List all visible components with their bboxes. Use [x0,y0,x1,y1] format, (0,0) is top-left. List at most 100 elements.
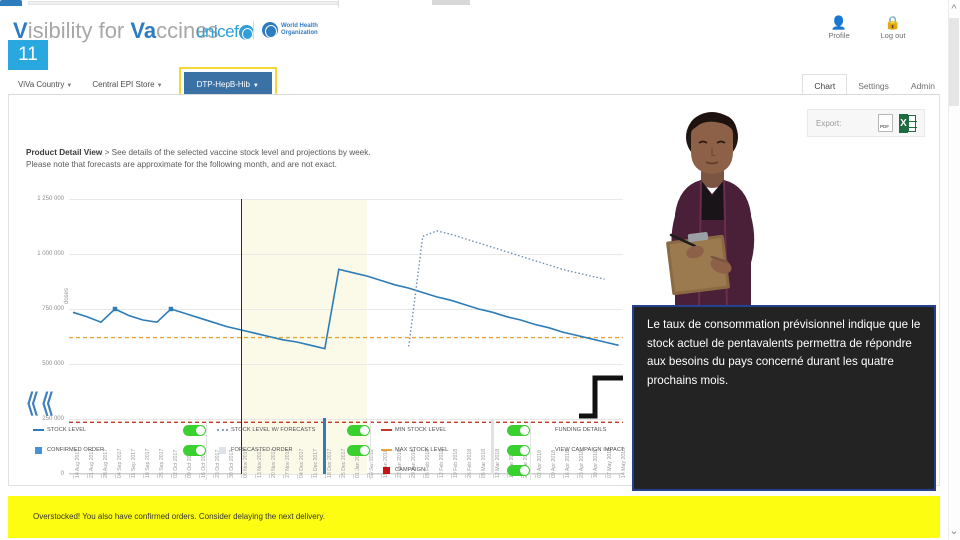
toggle-knob [196,445,205,455]
toggle-knob [520,425,529,435]
app-title-v2: Va [130,18,157,43]
profile-label: Profile [828,31,850,40]
unicef-wordmark: unicef [196,22,239,41]
y-axis-tick-label: 1 250 000 [37,196,64,202]
pdf-file-icon[interactable] [878,114,893,132]
who-logo: World Health Organization [262,22,318,38]
legend-label: MAX STOCK LEVEL [395,447,449,453]
who-emblem-icon [262,22,278,38]
marker-line-solid-icon [32,425,44,435]
legend-row: MAX STOCK LEVEL [380,440,530,460]
legend-no-marker [540,445,552,455]
logo-divider [253,21,254,39]
chart-data-point[interactable] [168,306,174,312]
nav-item-product[interactable]: DTP-HepB-Hib ▼ [183,71,272,97]
marker-line-dashed-icon [380,445,392,455]
product-detail-line2: Please note that forecasts are approxima… [26,160,337,169]
app-header: Visibility for Vaccines unicef World Hea… [0,10,948,46]
legend-toggle[interactable] [347,424,370,436]
export-controls: Export: X [807,109,925,137]
toggle-knob [520,445,529,455]
product-detail-line1: > See details of the selected vaccine st… [102,148,371,157]
legend-label: STOCK LEVEL [47,427,87,433]
legend-label: MIN STOCK LEVEL [395,427,447,433]
y-axis-tick-label: 500 000 [42,361,64,367]
chrome-divider [338,0,339,8]
chart-data-point[interactable] [112,306,118,312]
legend-row: CONFIRMED ORDER [32,440,206,460]
nav-item-store-label: Central EPI Store [92,79,155,89]
browser-toolbar-box [432,0,470,5]
legend-label: CONFIRMED ORDER [47,447,105,453]
legend-toggle[interactable] [347,444,370,456]
browser-address-bar[interactable] [28,1,338,5]
nav-item-country-label: ViVa Country [18,79,65,89]
marker-line-dotted-icon [216,425,228,435]
legend-toggle[interactable] [183,444,206,456]
page-scrollbar[interactable]: ^ ⌄ [948,0,960,540]
legend-label: VIEW CAMPAIGN IMPACT [555,447,625,453]
product-detail-description: Product Detail View > See details of the… [26,147,626,171]
who-wordmark: World Health Organization [281,23,318,38]
legend-row: MIN STOCK LEVEL [380,420,530,440]
legend-row: STOCK LEVEL [32,420,206,440]
breadcrumb: ViVa Country ▼ Central EPI Store ▼ DTP-Hep… [8,66,277,102]
product-detail-title: Product Detail View [26,148,103,157]
marker-square-icon [32,445,44,455]
legend-toggle[interactable] [183,424,206,436]
chart-series-line [72,268,619,350]
legend-label: FUNDING DETAILS [555,427,607,433]
user-actions: 👤 Profile 🔒 Log out [822,15,910,41]
scroll-up-icon[interactable]: ^ [948,2,960,16]
nav-item-product-label: DTP-HepB-Hib [196,79,250,89]
chevron-down-icon: ▼ [66,82,73,89]
chevron-down-icon: ▼ [156,82,163,89]
legend-toggle[interactable] [507,464,530,476]
toggle-knob [360,425,369,435]
legend-toggle[interactable] [507,444,530,456]
excel-file-icon[interactable]: X [899,113,917,133]
legend-row: FORECASTED ORDER [216,440,370,460]
marker-line-dashed-icon [380,425,392,435]
chevron-down-icon: ▼ [252,82,259,89]
double-chevron-left-icon[interactable]: ⟪⟪ [25,390,55,417]
legend-column: STOCK LEVEL W/ FORECASTS FORECASTED ORDER [206,420,370,482]
legend-column: STOCK LEVEL CONFIRMED ORDER [22,420,206,482]
marker-square-icon [380,465,392,475]
chart-legend: STOCK LEVEL CONFIRMED ORDER STOCK LEVEL W/… [22,420,658,482]
y-axis-tick-label: 750 000 [42,306,64,312]
legend-label: STOCK LEVEL W/ FORECASTS [231,427,316,433]
field-worker-photo [655,110,770,310]
chart-series-line [408,230,605,347]
toggle-knob [196,425,205,435]
who-line-2: Organization [281,30,318,36]
legend-column: MIN STOCK LEVEL MAX STOCK LEVEL CAMPAIGN [370,420,530,482]
logout-label: Log out [880,31,906,40]
overstock-warning-banner: Overstocked! You also have confirmed ord… [8,496,940,538]
legend-label: CAMPAIGN [395,467,426,473]
legend-toggle[interactable] [507,424,530,436]
lock-icon: 🔒 [884,15,902,30]
logout-button[interactable]: 🔒 Log out [876,15,910,41]
who-line-1: World Health [281,22,318,29]
toggle-knob [520,465,529,475]
y-axis-tick-label: 1 000 000 [37,251,64,257]
marker-square-icon [216,445,228,455]
nav-item-country[interactable]: ViVa Country ▼ [8,74,82,95]
slide-number-badge: 11 [8,40,48,70]
legend-no-marker [540,425,552,435]
person-icon: 👤 [830,15,848,30]
export-label: Export: [816,118,842,128]
scroll-down-icon[interactable]: ⌄ [948,524,960,538]
nav-item-store[interactable]: Central EPI Store ▼ [82,74,172,95]
excel-x-glyph: X [899,113,908,133]
legend-row: STOCK LEVEL W/ FORECASTS [216,420,370,440]
unicef-logo: unicef [196,22,255,42]
callout-tooltip: Le taux de consommation prévisionnel ind… [632,305,936,491]
tooltip-leader-line [579,375,623,419]
browser-chrome [0,0,960,10]
profile-button[interactable]: 👤 Profile [822,15,856,41]
browser-tab[interactable] [0,0,22,6]
scrollbar-thumb[interactable] [949,18,959,106]
excel-grid-glyph [908,114,917,132]
